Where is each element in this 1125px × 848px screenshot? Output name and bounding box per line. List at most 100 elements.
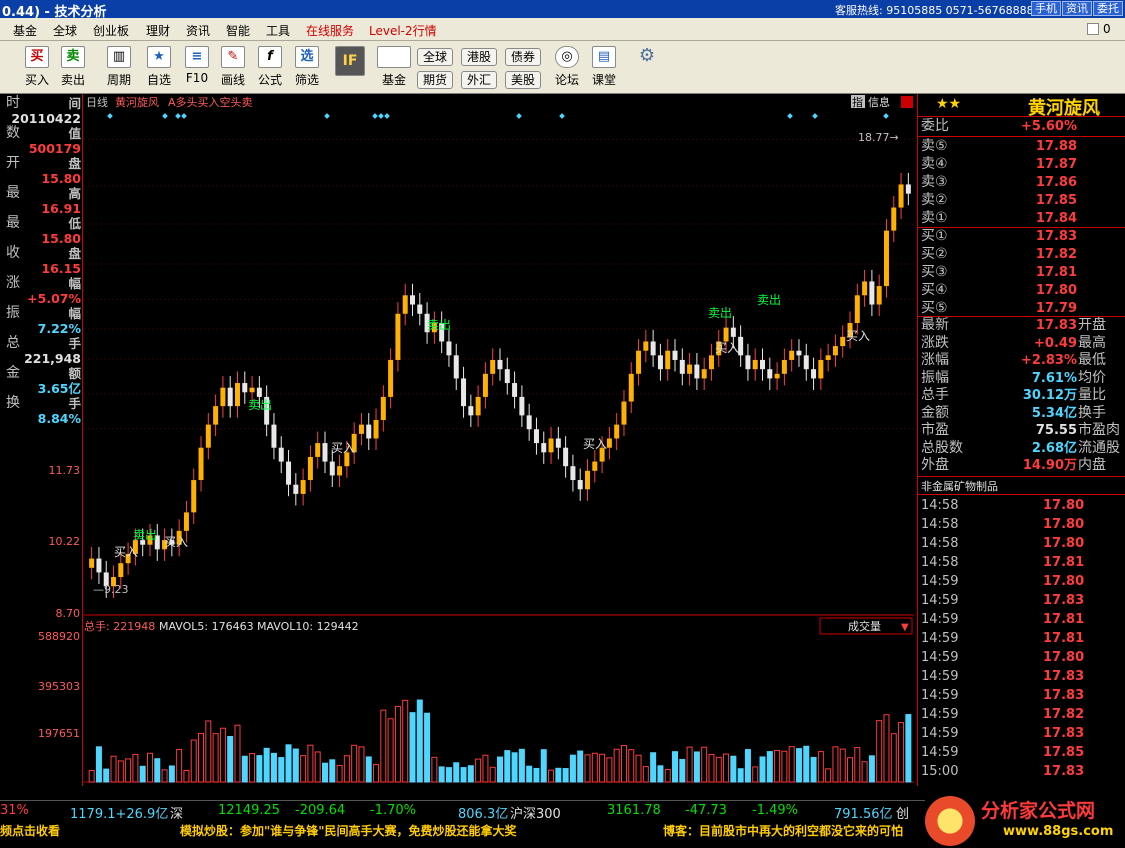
bid-row[interactable]: 买③ 17.81 [918, 264, 1125, 281]
fund-button[interactable]: 基金 [374, 44, 414, 92]
ticker-item-1[interactable]: 频点击收看 [0, 822, 60, 839]
tick-row: 14:59 17.83 [918, 724, 1125, 743]
bid-row[interactable]: 买① 17.83 [918, 228, 1125, 245]
info-button[interactable]: 资讯 [1062, 1, 1092, 16]
volume-bar [752, 766, 759, 783]
bid-row[interactable]: 买⑤ 17.79 [918, 300, 1125, 317]
quote-value: 30.12万 [1022, 388, 1077, 403]
ask-row[interactable]: 卖① 17.84 [918, 210, 1125, 227]
candle-body [672, 350, 678, 360]
weibi-row[interactable]: 委比 +5.60% [918, 118, 1125, 135]
stat-row[interactable]: 总手 30.12万 量比 [918, 387, 1125, 404]
ticker-item-2[interactable]: 模拟炒股：参加"谁与争锋"民间高手大赛，免费炒股还能拿大奖 [180, 822, 517, 839]
candlestick-chart[interactable]: 日线 黄河旋风 A多头买入空头卖 指信息 11.73 10.22 8.70 18.77→ —9.… [0, 94, 917, 786]
ask-row[interactable]: 卖② 17.85 [918, 192, 1125, 209]
menu-online-service[interactable]: 在线服务 [306, 22, 354, 39]
ask-row[interactable]: 卖④ 17.87 [918, 156, 1125, 173]
quote-key-2: 开盘 [1078, 317, 1106, 333]
stat-row[interactable]: 总股数 2.68亿 流通股 [918, 440, 1125, 457]
futures-button[interactable]: 期货 [417, 71, 453, 89]
volume-bar [730, 755, 737, 783]
tick-price: 17.80 [1043, 517, 1085, 532]
candle-body [796, 350, 802, 356]
tick-row: 14:58 17.80 [918, 496, 1125, 515]
candle-body [322, 443, 328, 462]
candle-body [409, 295, 415, 305]
candle-body [533, 429, 539, 444]
quote-key-2: 最高 [1078, 334, 1106, 351]
tick-time: 14:59 [921, 745, 959, 760]
bid-row[interactable]: 买② 17.82 [918, 246, 1125, 263]
screen-button[interactable]: 选筛选 [290, 44, 324, 92]
volume-bar [686, 746, 693, 783]
volume-bar [832, 746, 839, 783]
buy-button[interactable]: 买买入 [20, 44, 54, 92]
quote-key-2: 内盘 [1078, 457, 1106, 473]
menu-global[interactable]: 全球 [53, 22, 77, 39]
f10-button[interactable]: ≡ F10 [180, 44, 214, 92]
ticker-item-3[interactable]: 博客：目前股市中再大的利空都没它来的可怕 [663, 822, 903, 839]
signal-diamond [559, 113, 565, 119]
bond-button[interactable]: 债券 [505, 48, 541, 66]
stat-row[interactable]: 金额 5.34亿 换手 [918, 405, 1125, 422]
volume-bar [387, 718, 394, 783]
volume-bar [774, 749, 781, 783]
formula-button[interactable]: f 公式 [253, 44, 287, 92]
status-pct: 31% [0, 803, 29, 818]
candle-body [876, 286, 882, 305]
quote-value: +5.60% [1021, 119, 1077, 134]
entrust-button[interactable]: 委托 [1093, 1, 1123, 16]
stat-row[interactable]: 涨幅 +2.83% 最低 [918, 352, 1125, 369]
stock-name-header: 黄河旋风 [115, 95, 159, 109]
quote-key-2: 最低 [1078, 352, 1106, 368]
sell-button[interactable]: 卖卖出 [56, 44, 90, 92]
ask-row[interactable]: 卖⑤ 17.88 [918, 138, 1125, 155]
volume-bar [795, 748, 802, 783]
candle-body [789, 350, 795, 360]
close-icon[interactable] [1087, 23, 1099, 35]
menu-smart[interactable]: 智能 [226, 22, 250, 39]
menu-gem[interactable]: 创业板 [93, 22, 129, 39]
forum-button[interactable]: ◎ 论坛 [550, 44, 584, 92]
menu-news[interactable]: 资讯 [186, 22, 210, 39]
stat-row[interactable]: 外盘 14.90万 内盘 [918, 457, 1125, 474]
status-sz-pct: -1.70% [370, 803, 416, 818]
phone-button[interactable]: 手机 [1031, 1, 1061, 16]
watchlist-button[interactable]: ★ 自选 [142, 44, 176, 92]
global-button[interactable]: 全球 [417, 48, 453, 66]
ask-row[interactable]: 卖③ 17.86 [918, 174, 1125, 191]
if-futures-button[interactable]: IF [332, 44, 368, 92]
quote-key: 最新 [921, 317, 949, 333]
us-stock-button[interactable]: 美股 [505, 71, 541, 89]
tick-row: 14:59 17.85 [918, 743, 1125, 762]
stat-row[interactable]: 最新 17.83 开盘 [918, 317, 1125, 334]
tick-price: 17.80 [1043, 536, 1085, 551]
hk-stock-button[interactable]: 港股 [461, 48, 497, 66]
draw-line-button[interactable]: ✎ 画线 [216, 44, 250, 92]
pencil-icon: ✎ [221, 46, 245, 68]
menu-fund[interactable]: 基金 [13, 22, 37, 39]
settings-button[interactable]: ⚙ [630, 44, 664, 92]
price-axis-label: 8.70 [56, 607, 81, 620]
screen-label: 筛选 [294, 73, 319, 87]
quote-value: 17.79 [1035, 301, 1077, 316]
stat-row[interactable]: 涨跌 +0.49 最高 [918, 335, 1125, 352]
quote-value: 7.61% [1031, 370, 1077, 386]
volume-axis-label: 395303 [38, 680, 80, 693]
formula-name: A多头买入空头卖 [168, 95, 253, 109]
bid-row[interactable]: 买④ 17.80 [918, 282, 1125, 299]
menu-level2[interactable]: Level-2行情 [369, 22, 437, 39]
menu-tools[interactable]: 工具 [266, 22, 290, 39]
menu-finance[interactable]: 理财 [146, 22, 170, 39]
candle-body [373, 420, 379, 439]
volume-bar [876, 720, 883, 783]
stat-row[interactable]: 振幅 7.61% 均价 [918, 370, 1125, 387]
period-button[interactable]: ▥ 周期 [100, 44, 138, 92]
month-label: 09 [68, 784, 82, 786]
classroom-button[interactable]: ▤ 课堂 [587, 44, 621, 92]
stat-row[interactable]: 市盈 75.55 市盈肉 [918, 422, 1125, 439]
volume-bar [292, 748, 299, 783]
volume-dropdown-label: 成交量 [848, 619, 881, 633]
candle-body [745, 355, 751, 370]
forex-button[interactable]: 外汇 [461, 71, 497, 89]
